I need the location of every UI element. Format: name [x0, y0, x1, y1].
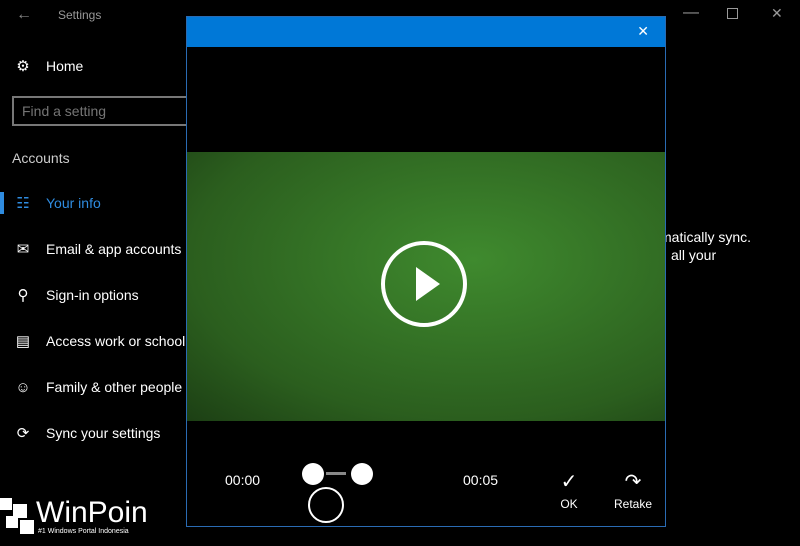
search-input[interactable]: [12, 96, 212, 126]
key-icon: ⚲: [17, 287, 29, 304]
sidebar-item-sync[interactable]: ⟳ Sync your settings: [0, 421, 161, 445]
section-heading: Accounts: [12, 150, 70, 166]
camera-dialog: ✕ 00:00 00:05 ✓ OK ↷ Retake: [186, 16, 666, 527]
person-list-icon: ☷: [16, 195, 30, 212]
mail-icon: ✉: [16, 241, 30, 258]
content-text-2: all your: [671, 247, 717, 263]
retake-icon: ↷: [624, 471, 642, 493]
sync-icon: ⟳: [16, 425, 30, 442]
minimize-button[interactable]: —: [683, 4, 699, 22]
briefcase-icon: ▤: [15, 333, 31, 350]
dialog-header: ✕: [187, 17, 665, 47]
sidebar-item-email[interactable]: ✉ Email & app accounts: [0, 237, 182, 261]
retake-button[interactable]: ↷ Retake: [611, 469, 655, 511]
window-title: Settings: [58, 8, 102, 22]
end-time: 00:05: [463, 472, 499, 488]
trim-end-handle[interactable]: [351, 463, 373, 485]
maximize-button[interactable]: [727, 8, 738, 19]
close-window-button[interactable]: ✕: [771, 5, 783, 22]
sidebar-item-work[interactable]: ▤ Access work or school: [0, 329, 185, 353]
play-button[interactable]: [381, 241, 467, 327]
ok-button[interactable]: ✓ OK: [551, 469, 587, 511]
content-text-1: matically sync.: [660, 229, 752, 245]
start-time: 00:00: [225, 472, 261, 488]
sidebar-item-your-info[interactable]: ☷ Your info: [0, 191, 100, 215]
sidebar-item-sign-in[interactable]: ⚲ Sign-in options: [0, 283, 139, 307]
sidebar-item-family[interactable]: ☺ Family & other people: [0, 375, 182, 399]
trim-start-handle[interactable]: [302, 463, 324, 485]
scrub-handle[interactable]: [308, 487, 344, 523]
back-button[interactable]: ←: [16, 6, 32, 24]
home-item[interactable]: ⚙ Home: [0, 54, 83, 78]
gear-icon: ⚙: [16, 58, 30, 75]
play-icon: [416, 267, 440, 301]
checkmark-icon: ✓: [560, 471, 578, 493]
trim-bar: [326, 472, 346, 475]
video-preview[interactable]: [187, 152, 665, 421]
person-add-icon: ☺: [15, 378, 31, 396]
close-dialog-button[interactable]: ✕: [637, 23, 649, 40]
